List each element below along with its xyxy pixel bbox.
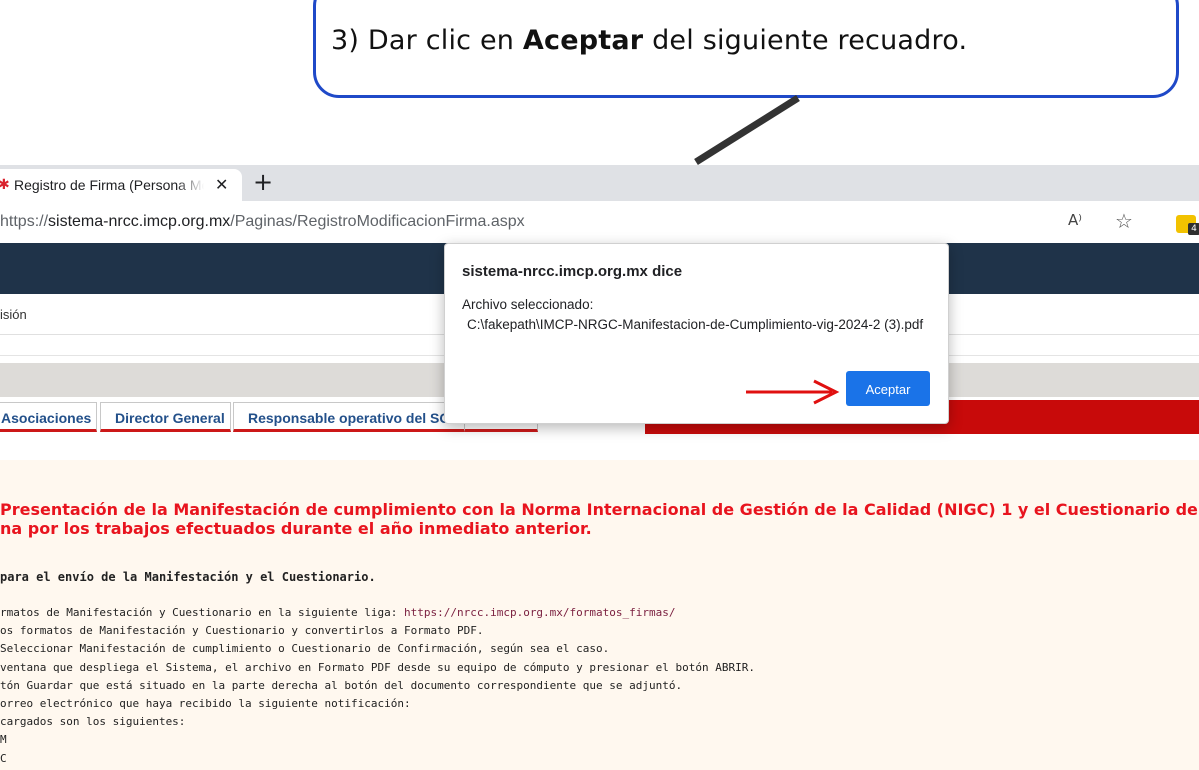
tab-responsable-operativo-label: Responsable operativo del SGC	[248, 410, 461, 426]
dialog-message-label: Archivo seleccionado:	[462, 297, 594, 312]
instruction-suffix: del siguiente recuadro.	[643, 25, 968, 56]
browser-tab[interactable]: ✱ Registro de Firma (Persona Moral) ✕	[0, 169, 242, 201]
instruction-step: os formatos de Manifestación y Cuestiona…	[0, 624, 484, 638]
browser-tab-strip: ✱ Registro de Firma (Persona Moral) ✕ +	[0, 165, 1199, 201]
page-title: Presentación de la Manifestación de cump…	[0, 500, 1199, 538]
instruction-step-text: rmatos de Manifestación y Cuestionario e…	[0, 606, 404, 619]
page-title-line2: na por los trabajos efectuados durante e…	[0, 519, 592, 538]
site-favicon-icon: ✱	[0, 176, 10, 192]
dialog-message: Archivo seleccionado: C:\fakepath\IMCP-N…	[462, 295, 937, 335]
dialog-title: sistema-nrcc.imcp.org.mx dice	[462, 263, 683, 280]
url-host: sistema-nrcc.imcp.org.mx	[48, 213, 231, 230]
instruction-step: ventana que despliega el Sistema, el arc…	[0, 660, 755, 674]
instructions-list: rmatos de Manifestación y Cuestionario e…	[0, 604, 755, 768]
instruction-text: 3) Dar clic en Aceptar del siguiente rec…	[331, 25, 967, 56]
extension-badge: 4	[1188, 223, 1199, 235]
url-field[interactable]: https://sistema-nrcc.imcp.org.mx/Paginas…	[0, 213, 525, 231]
instructions-subheading: para el envío de la Manifestación y el C…	[0, 570, 376, 584]
page-title-line1: Presentación de la Manifestación de cump…	[0, 500, 1199, 519]
instruction-step: Seleccionar Manifestación de cumplimient…	[0, 642, 610, 656]
tab-asociaciones-label: Asociaciones	[1, 410, 92, 426]
instruction-step: M	[0, 733, 7, 747]
menu-item-vision[interactable]: isión	[0, 307, 27, 322]
callout-pointer-line	[694, 95, 800, 165]
instruction-prefix: 3) Dar clic en	[331, 25, 523, 56]
url-scheme: https://	[0, 213, 49, 230]
instruction-step: C	[0, 751, 7, 765]
instruction-step: tón Guardar que está situado en la parte…	[0, 678, 683, 692]
favorite-star-icon[interactable]: ☆	[1115, 209, 1133, 233]
tab-director-general-label: Director General	[115, 410, 225, 426]
tab-responsable-operativo[interactable]: Responsable operativo del SGC	[233, 402, 465, 432]
close-tab-icon[interactable]: ✕	[215, 175, 228, 195]
url-path: /Paginas/RegistroModificacionFirma.aspx	[230, 213, 525, 230]
tab-asociaciones[interactable]: Asociaciones	[0, 402, 97, 432]
instruction-step: rmatos de Manifestación y Cuestionario e…	[0, 604, 755, 622]
red-arrow-icon	[746, 379, 840, 405]
formats-link[interactable]: https://nrcc.imcp.org.mx/formatos_firmas…	[404, 606, 676, 619]
tab-title: Registro de Firma (Persona Moral)	[14, 177, 204, 193]
tab-director-general[interactable]: Director General	[100, 402, 231, 432]
new-tab-button[interactable]: +	[253, 168, 273, 196]
extension-icon[interactable]: 4	[1176, 215, 1199, 235]
address-bar: https://sistema-nrcc.imcp.org.mx/Paginas…	[0, 201, 1199, 244]
read-aloud-icon[interactable]: A⁾	[1068, 211, 1082, 229]
instruction-bold: Aceptar	[522, 25, 644, 56]
alert-dialog: sistema-nrcc.imcp.org.mx dice Archivo se…	[444, 243, 949, 424]
instruction-step: cargados son los siguientes:	[0, 715, 186, 729]
dialog-file-path: C:\fakepath\IMCP-NRGC-Manifestacion-de-C…	[467, 317, 924, 332]
instruction-callout: 3) Dar clic en Aceptar del siguiente rec…	[313, 0, 1179, 98]
instruction-step: orreo electrónico que haya recibido la s…	[0, 697, 411, 711]
accept-button[interactable]: Aceptar	[846, 371, 930, 406]
